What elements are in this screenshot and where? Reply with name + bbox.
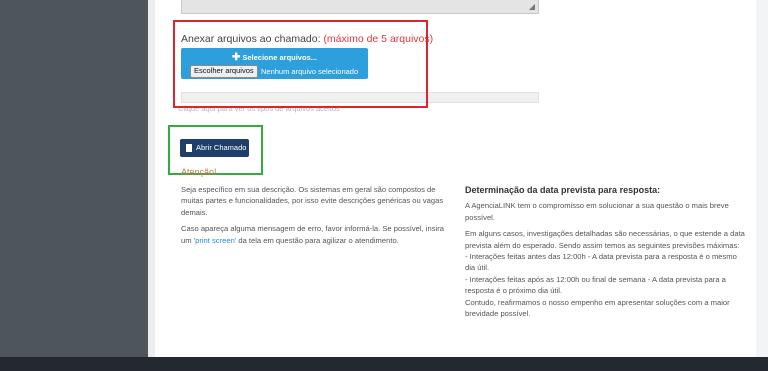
deadline-paragraph-1: A AgenciaLINK tem o compromisso em soluc… (465, 201, 729, 222)
print-screen-link[interactable]: 'print screen' (194, 236, 237, 245)
attention-title: Atenção! (181, 167, 217, 177)
deadline-bullet-1: - Interações feitas antes das 12:00h - A… (465, 252, 737, 273)
resize-handle-icon[interactable]: ◢ (529, 3, 535, 11)
deadline-bullet-2: - Interações feitas após as 12:00h ou fi… (465, 274, 726, 296)
description-textarea[interactable]: ◢ (181, 0, 539, 14)
footer-bar (0, 357, 768, 371)
deadline-title: Determinação da data prevista para respo… (465, 185, 661, 195)
attention-paragraph-1: Seja específico em sua descrição. Os sis… (181, 185, 444, 217)
sidebar (0, 0, 148, 357)
deadline-paragraph-2: Em alguns casos, investigações detalhada… (465, 229, 745, 250)
highlight-box-red (173, 20, 428, 108)
right-gutter (756, 0, 768, 357)
attention-paragraph-2: Caso apareça alguma mensagem de erro, fa… (181, 223, 451, 246)
attention-p2-after: da tela em questão para agilizar o atend… (236, 235, 399, 245)
content-gutter (148, 0, 155, 357)
attention-text: Seja específico em sua descrição. Os sis… (181, 184, 451, 251)
deadline-closing: Contudo, reafirmamos o nosso empenho em … (465, 297, 730, 319)
deadline-info: Determinação da data prevista para respo… (465, 185, 748, 324)
